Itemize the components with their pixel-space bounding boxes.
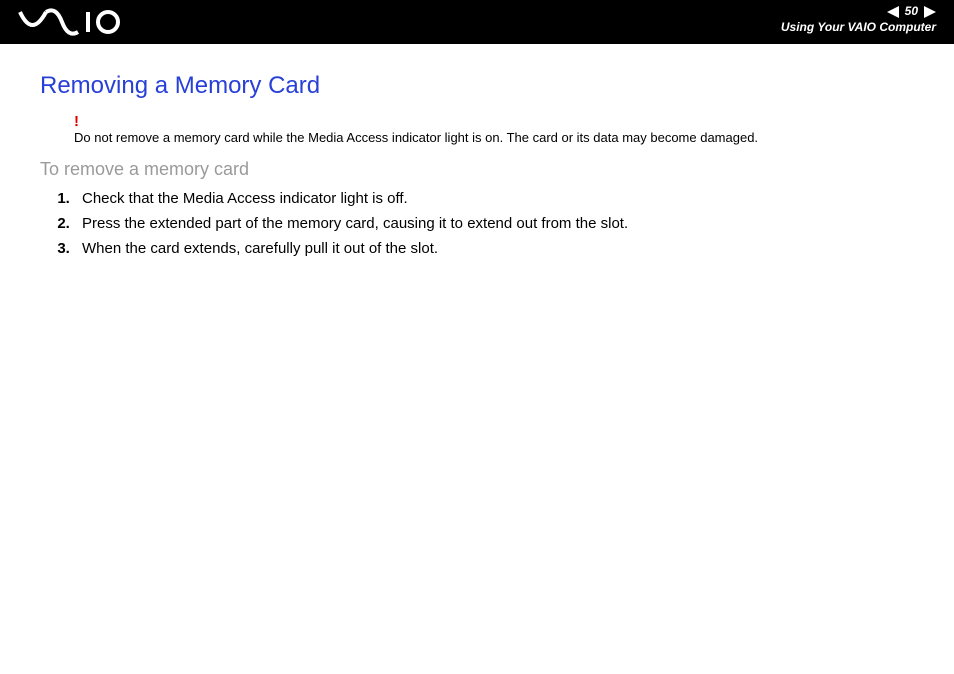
list-item: Press the extended part of the memory ca… (74, 215, 914, 232)
breadcrumb: Using Your VAIO Computer (781, 20, 936, 36)
vaio-logo (18, 8, 128, 41)
list-item: When the card extends, carefully pull it… (74, 240, 914, 257)
warning-text: Do not remove a memory card while the Me… (74, 130, 758, 145)
page-content: Removing a Memory Card ! Do not remove a… (0, 44, 954, 257)
next-page-icon[interactable] (924, 6, 936, 18)
page-number: 50 (905, 4, 918, 20)
header-bar: 50 Using Your VAIO Computer (0, 0, 954, 44)
warning-block: ! Do not remove a memory card while the … (74, 114, 914, 147)
prev-page-icon[interactable] (887, 6, 899, 18)
page-title: Removing a Memory Card (40, 72, 914, 100)
header-nav: 50 Using Your VAIO Computer (781, 4, 936, 35)
section-subtitle: To remove a memory card (40, 159, 914, 180)
steps-list: Check that the Media Access indicator li… (40, 190, 914, 257)
warning-icon: ! (74, 114, 914, 129)
list-item: Check that the Media Access indicator li… (74, 190, 914, 207)
